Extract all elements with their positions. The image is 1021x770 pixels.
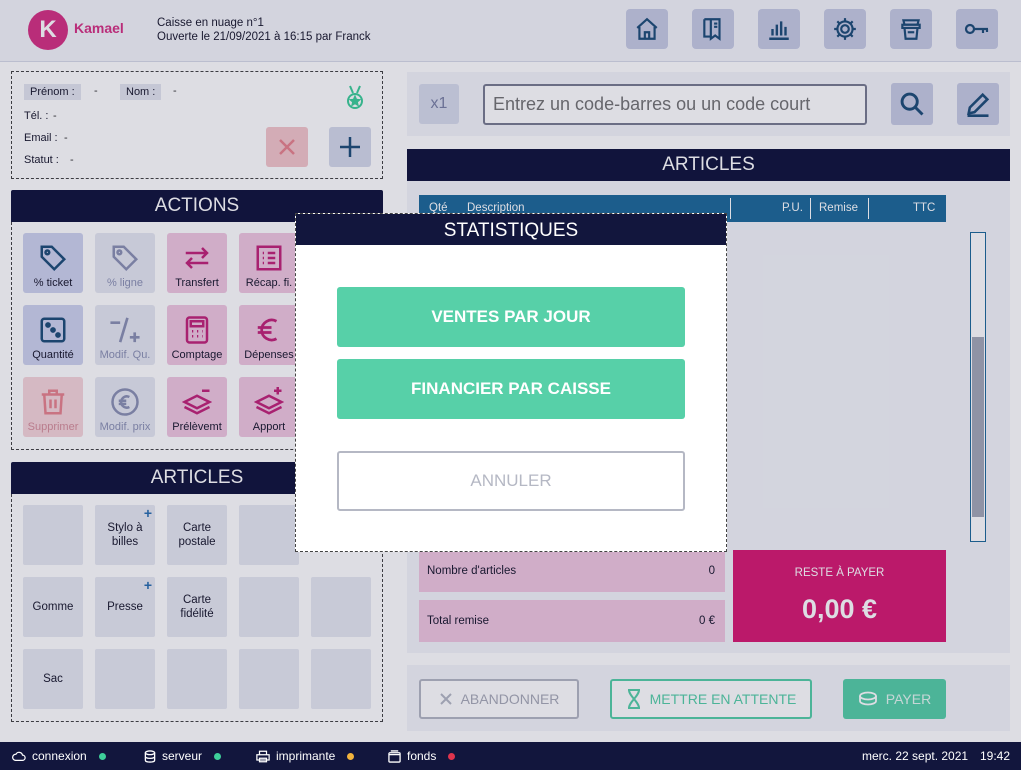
serveur-label: serveur — [162, 749, 203, 763]
imprimante-status-dot — [347, 752, 355, 760]
status-bar: connexion serveur imprimante fonds merc.… — [0, 742, 1021, 770]
printer-icon — [256, 750, 270, 762]
statistics-modal: STATISTIQUES VENTES PAR JOUR FINANCIER P… — [295, 213, 727, 552]
status-connexion: connexion — [12, 749, 106, 763]
status-time: 19:42 — [980, 749, 1011, 763]
modal-title: STATISTIQUES — [296, 214, 726, 245]
fonds-label: fonds — [407, 749, 437, 763]
fonds-status-dot — [448, 752, 456, 760]
wallet-icon — [388, 749, 401, 763]
status-fonds: fonds — [388, 749, 456, 763]
serveur-status-dot — [214, 752, 222, 760]
status-serveur: serveur — [144, 749, 222, 763]
sales-per-day-button[interactable]: VENTES PAR JOUR — [337, 287, 685, 347]
connexion-label: connexion — [32, 749, 87, 763]
cloud-icon — [12, 751, 26, 761]
imprimante-label: imprimante — [276, 749, 336, 763]
cancel-button[interactable]: ANNULER — [337, 451, 685, 511]
financial-per-register-button[interactable]: FINANCIER PAR CAISSE — [337, 359, 685, 419]
database-icon — [144, 749, 156, 763]
status-imprimante: imprimante — [256, 749, 355, 763]
connexion-status-dot — [98, 752, 106, 760]
status-date: merc. 22 sept. 2021 — [862, 749, 969, 763]
